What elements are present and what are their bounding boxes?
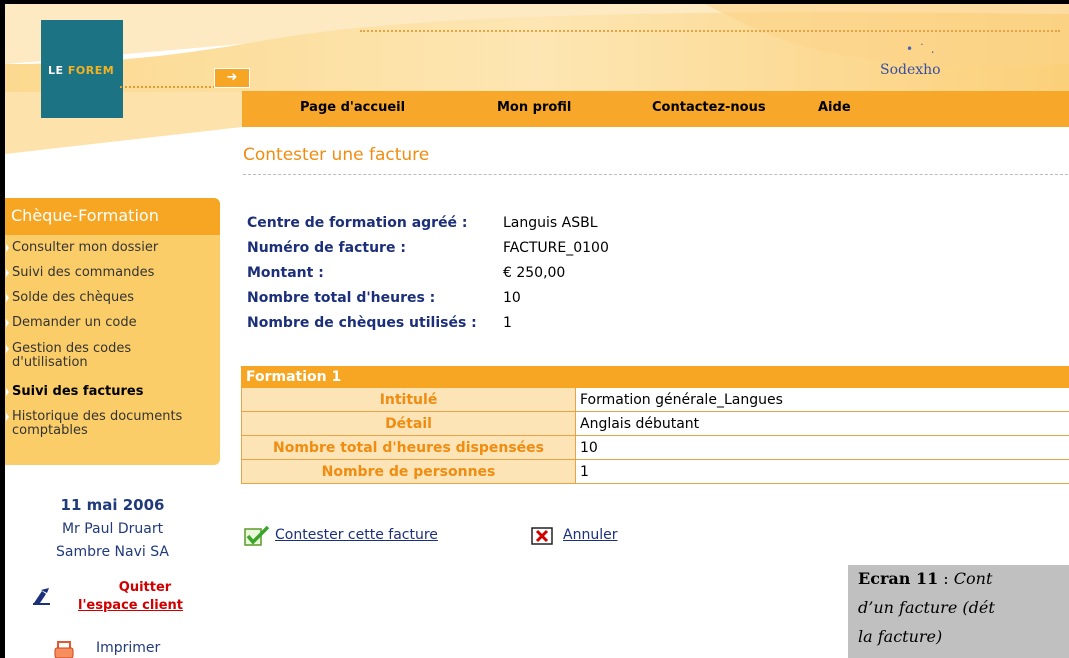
contest-invoice-link[interactable]: Contester cette facture	[275, 527, 438, 543]
caption-line-3: la facture)	[858, 627, 943, 646]
printer-icon[interactable]	[52, 638, 92, 658]
row-label-title: Intitulé	[241, 387, 576, 412]
nav-profile[interactable]: Mon profil	[497, 100, 571, 115]
table-row: Intitulé Formation générale_Langues	[241, 387, 1069, 412]
sodexho-logo-dots: • ˙ .	[906, 42, 936, 56]
sidebar-title: Chèque-Formation	[11, 206, 159, 225]
caption-line-2: d’un facture (dét	[858, 598, 995, 617]
quit-label[interactable]: Quitter	[100, 580, 190, 595]
formation-table-header: Formation 1	[241, 366, 1069, 388]
screen: LE FOREM ➜ • ˙ . Sodexho Page d'accueil …	[0, 0, 1069, 658]
user-company: Sambre Navi SA	[56, 544, 169, 560]
nav-home[interactable]: Page d'accueil	[300, 100, 405, 115]
nav-contact[interactable]: Contactez-nous	[652, 100, 766, 115]
table-row: Détail Anglais débutant	[241, 411, 1069, 436]
value-cheques-used: 1	[503, 315, 512, 331]
user-name: Mr Paul Druart	[61, 521, 164, 537]
print-link[interactable]: Imprimer	[96, 640, 160, 656]
checkmark-icon[interactable]	[244, 526, 270, 546]
formation-table: Formation 1 Intitulé Formation générale_…	[241, 366, 1069, 484]
window-top-border	[0, 0, 1069, 4]
logo-part-forem: FOREM	[67, 64, 115, 77]
cancel-link[interactable]: Annuler	[563, 527, 617, 543]
label-training-center: Centre de formation agréé :	[247, 215, 468, 231]
row-label-persons: Nombre de personnes	[241, 459, 576, 484]
value-training-center: Languis ASBL	[503, 215, 598, 231]
value-total-hours: 10	[503, 290, 521, 306]
sidebar-item-historique-documents[interactable]: Historique des documents comptables	[6, 410, 217, 438]
sidebar-item-suivi-factures[interactable]: Suivi des factures	[6, 385, 217, 399]
forem-logo-text: LE FOREM	[48, 64, 114, 77]
table-row: Nombre de personnes 1	[241, 459, 1069, 484]
row-value-persons: 1	[575, 459, 1069, 484]
caption-line-1: Ecran 11 : Cont	[858, 569, 992, 588]
logout-icon[interactable]	[32, 586, 52, 606]
header-dotted-line	[360, 30, 1060, 32]
row-value-title: Formation générale_Langues	[575, 387, 1069, 412]
arrow-right-icon: ➜	[226, 70, 238, 85]
sidebar-item-consulter-dossier[interactable]: Consulter mon dossier	[6, 241, 217, 255]
header-arrow-button[interactable]: ➜	[214, 68, 250, 88]
value-amount: € 250,00	[503, 265, 566, 281]
header-background	[5, 4, 1069, 154]
label-invoice-number: Numéro de facture :	[247, 240, 406, 256]
label-cheques-used: Nombre de chèques utilisés :	[247, 315, 477, 331]
caption-separator: :	[938, 569, 954, 588]
page-title: Contester une facture	[243, 145, 430, 165]
caption-line1-rest: Cont	[953, 569, 993, 588]
sidebar-item-solde-cheques[interactable]: Solde des chèques	[6, 291, 217, 305]
label-total-hours: Nombre total d'heures :	[247, 290, 436, 306]
sidebar-item-suivi-commandes[interactable]: Suivi des commandes	[6, 266, 217, 280]
current-date: 11 mai 2006	[60, 496, 165, 514]
row-value-detail: Anglais débutant	[575, 411, 1069, 436]
nav-help[interactable]: Aide	[818, 100, 851, 115]
value-invoice-number: FACTURE_0100	[503, 240, 609, 256]
title-divider	[243, 174, 1069, 175]
window-left-border	[0, 0, 5, 658]
caption-bold: Ecran 11	[858, 569, 939, 588]
screen-caption: Ecran 11 : Cont d’un facture (dét la fac…	[848, 565, 1069, 658]
sidebar-item-demander-code[interactable]: Demander un code	[6, 316, 217, 330]
row-label-hours: Nombre total d'heures dispensées	[241, 435, 576, 460]
logo-part-le: LE	[48, 64, 68, 77]
formation-header: Formation 1	[241, 366, 1069, 388]
table-row: Nombre total d'heures dispensées 10	[241, 435, 1069, 460]
sidebar-item-gestion-codes[interactable]: Gestion des codes d'utilisation	[6, 342, 172, 370]
sodexho-logo: Sodexho	[880, 62, 941, 78]
cancel-x-icon[interactable]	[530, 526, 556, 546]
label-amount: Montant :	[247, 265, 324, 281]
quit-link[interactable]: l'espace client	[78, 598, 183, 613]
row-value-hours: 10	[575, 435, 1069, 460]
row-label-detail: Détail	[241, 411, 576, 436]
